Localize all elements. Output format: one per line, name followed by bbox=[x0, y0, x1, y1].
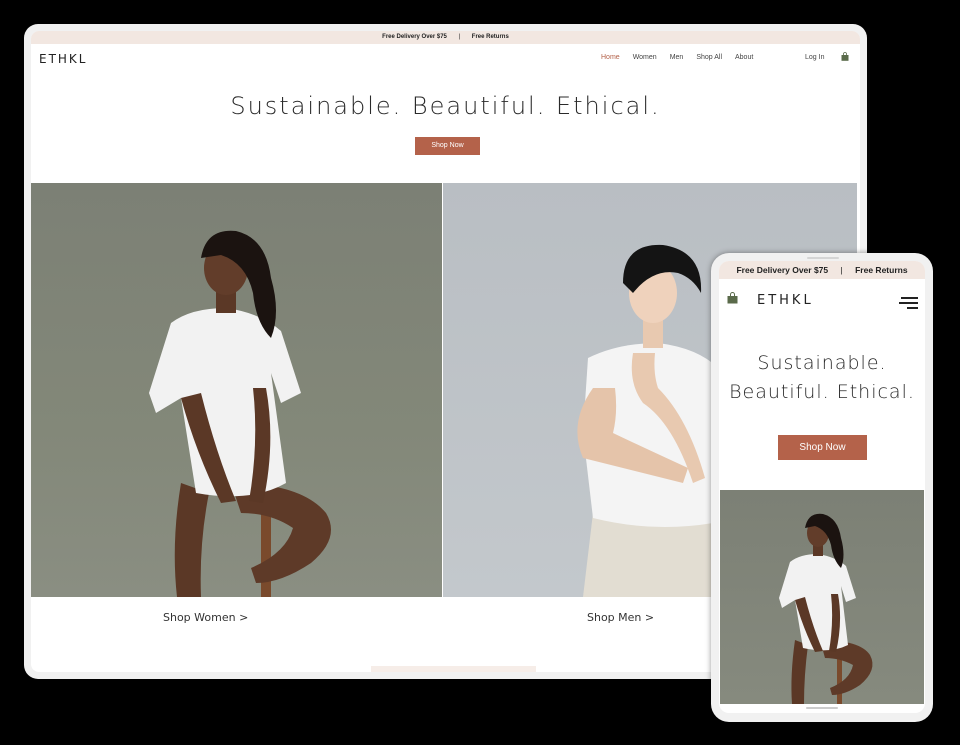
mobile-women-photo[interactable] bbox=[720, 490, 924, 704]
main-nav: Home Women Men Shop All About bbox=[601, 54, 753, 61]
shop-women-link[interactable]: Shop Women > bbox=[163, 611, 248, 624]
mobile-hero-title: Sustainable. Beautiful. Ethical. bbox=[719, 349, 925, 407]
announcement-bar: Free Delivery Over $75 | Free Returns bbox=[31, 31, 860, 44]
shopping-bag-icon[interactable] bbox=[841, 52, 849, 61]
nav-item-about[interactable]: About bbox=[735, 54, 753, 61]
mobile-site-logo[interactable]: ETHKL bbox=[757, 293, 814, 308]
nav-item-home[interactable]: Home bbox=[601, 54, 620, 61]
menu-line-top bbox=[901, 297, 918, 299]
shop-men-link[interactable]: Shop Men > bbox=[587, 611, 654, 624]
mobile-free-returns-text: Free Returns bbox=[855, 265, 908, 275]
announcement-separator: | bbox=[458, 34, 461, 40]
mobile-hero-title-line1: Sustainable. bbox=[757, 352, 887, 374]
free-delivery-text: Free Delivery Over $75 bbox=[382, 34, 447, 40]
nav-item-women[interactable]: Women bbox=[633, 54, 657, 61]
scroll-indicator bbox=[371, 666, 536, 672]
mobile-home-indicator bbox=[806, 707, 838, 709]
login-link[interactable]: Log In bbox=[805, 54, 824, 61]
mobile-notch bbox=[807, 257, 839, 259]
hamburger-menu-icon[interactable] bbox=[899, 295, 918, 309]
mobile-hero-title-line2: Beautiful. Ethical. bbox=[729, 381, 915, 403]
hero-title: Sustainable. Beautiful. Ethical. bbox=[230, 92, 661, 120]
menu-line-middle bbox=[899, 302, 918, 304]
mobile-device-frame: Free Delivery Over $75 | Free Returns ET… bbox=[711, 253, 933, 722]
nav-item-men[interactable]: Men bbox=[670, 54, 684, 61]
menu-line-bottom bbox=[907, 307, 918, 309]
women-photo-panel[interactable] bbox=[31, 183, 442, 597]
shopping-bag-icon[interactable] bbox=[727, 292, 738, 304]
mobile-announcement-separator: | bbox=[840, 265, 843, 275]
shop-now-button[interactable]: Shop Now bbox=[415, 137, 480, 155]
site-logo[interactable]: ETHKL bbox=[39, 52, 88, 66]
mobile-free-delivery-text: Free Delivery Over $75 bbox=[736, 265, 829, 275]
nav-item-shop-all[interactable]: Shop All bbox=[696, 54, 722, 61]
mobile-screen: Free Delivery Over $75 | Free Returns ET… bbox=[719, 261, 925, 713]
woman-model-photo bbox=[149, 230, 331, 597]
mobile-shop-now-button[interactable]: Shop Now bbox=[778, 435, 867, 460]
mobile-announcement-bar: Free Delivery Over $75 | Free Returns bbox=[719, 261, 925, 279]
site-header: ETHKL Home Women Men Shop All About Log … bbox=[31, 44, 860, 74]
free-returns-text: Free Returns bbox=[471, 34, 509, 40]
woman-model-photo bbox=[779, 513, 873, 704]
